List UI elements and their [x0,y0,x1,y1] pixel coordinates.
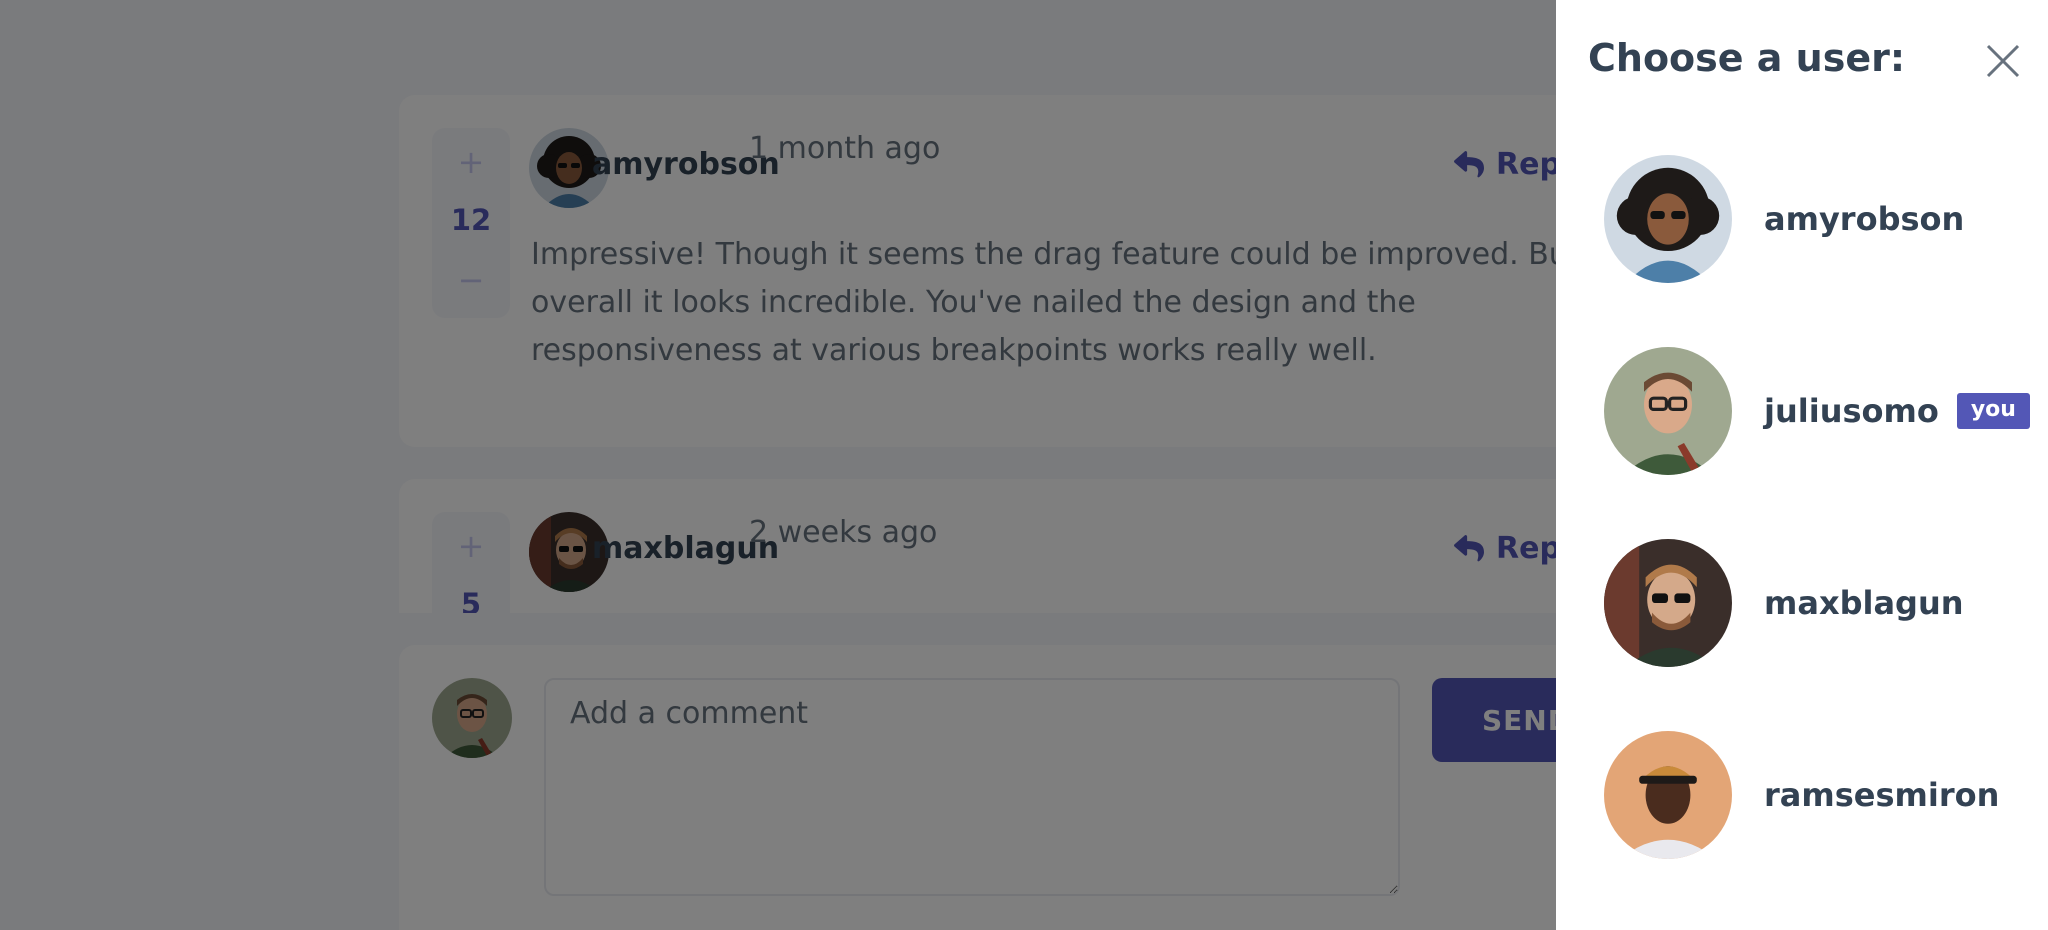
user-name: ramsesmiron [1764,776,2000,814]
panel-title: Choose a user: [1588,36,1906,80]
close-icon [1986,44,2020,78]
user-option-amyrobson[interactable]: amyrobson [1604,154,2024,284]
user-avatar [1604,731,1732,859]
user-option-juliusomo[interactable]: juliusomo you [1604,346,2030,476]
page: + 12 − amyrobson 1 month ago [0,0,2048,930]
avatar-cap-icon [1604,731,1732,859]
user-name: amyrobson [1764,200,1965,238]
user-avatar [1604,155,1732,283]
user-avatar [1604,539,1732,667]
avatar-curly-hair-sunglasses-icon [1604,155,1732,283]
user-name: juliusomo [1764,392,1939,430]
avatar-glasses-short-hair-icon [1604,347,1732,475]
you-badge: you [1956,393,2030,429]
user-option-ramsesmiron[interactable]: ramsesmiron [1604,730,2024,860]
user-avatar [1604,347,1732,475]
user-chooser-panel: Choose a user: amyrobson juliusomo you m… [1556,0,2048,930]
user-option-maxblagun[interactable]: maxblagun [1604,538,2024,668]
avatar-sunglasses-beard-icon [1604,539,1732,667]
close-button[interactable] [1976,34,2030,88]
user-name: maxblagun [1764,584,1964,622]
